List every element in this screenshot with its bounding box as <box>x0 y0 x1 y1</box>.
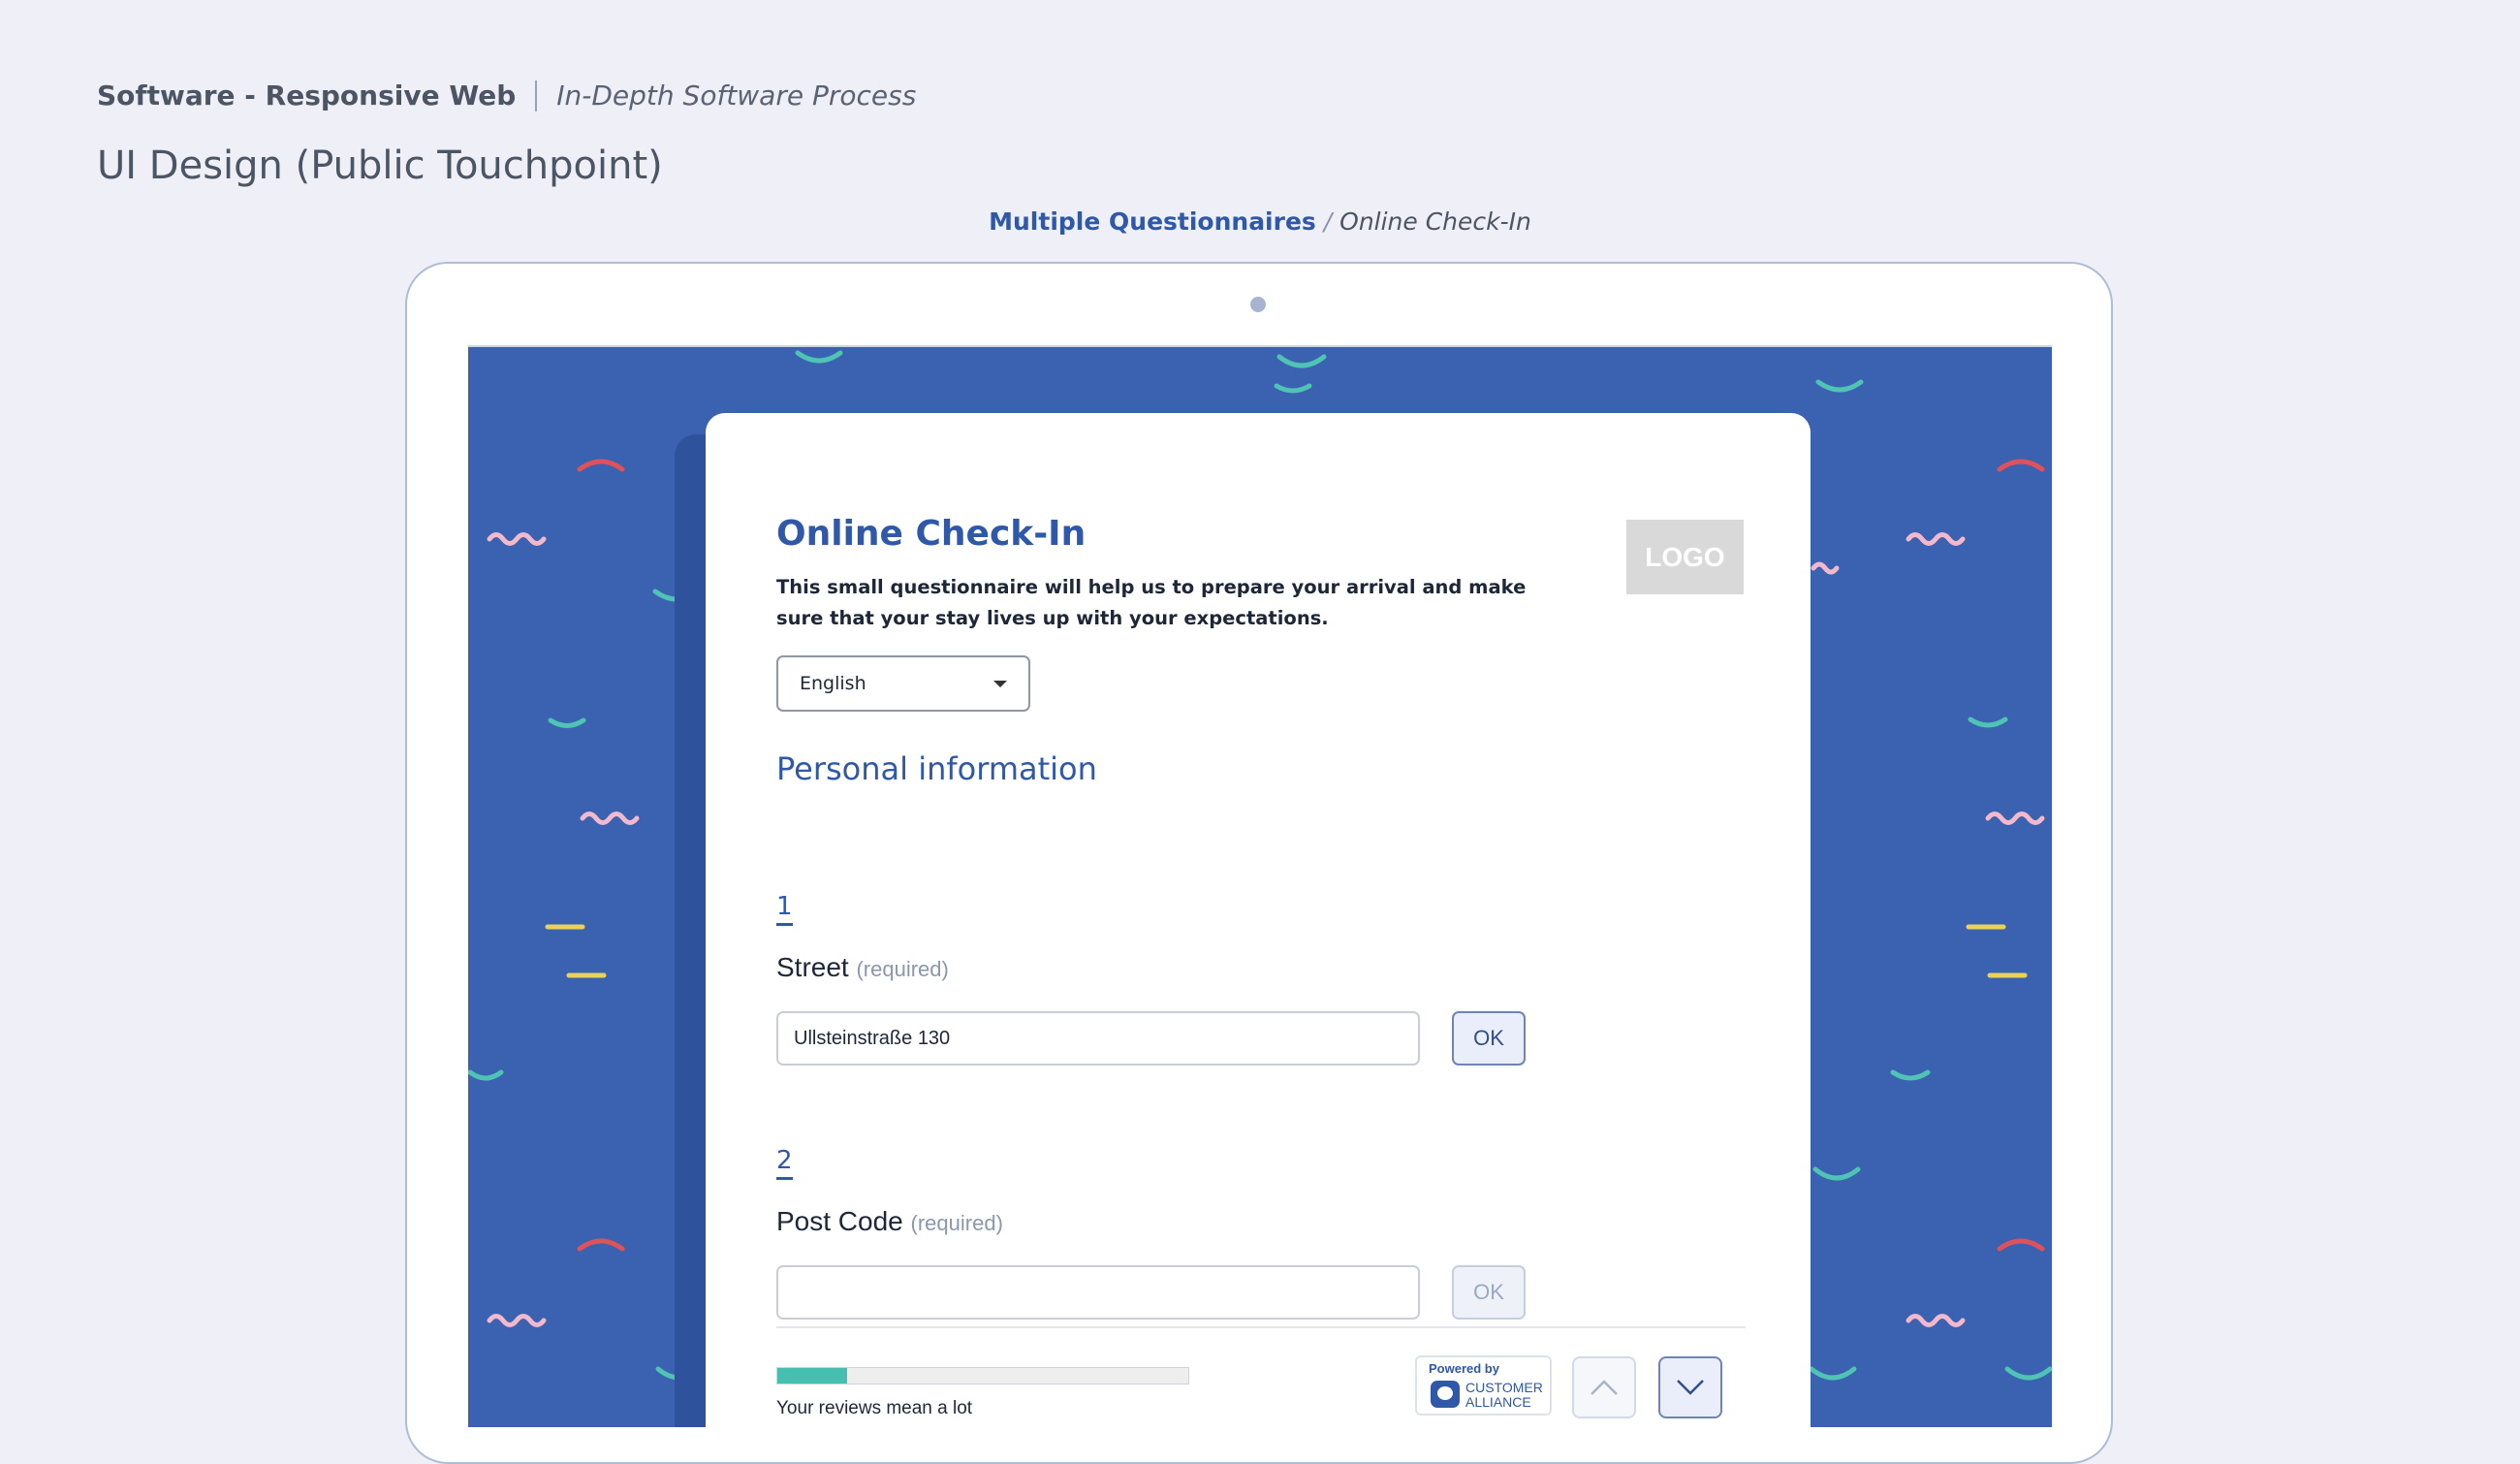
question-label: Post Code (required) <box>776 1206 1003 1237</box>
checkin-title: Online Check-In <box>776 514 1087 554</box>
breadcrumb: Multiple Questionnaires / Online Check-I… <box>0 207 2520 236</box>
breadcrumb-separator: / <box>1323 207 1333 236</box>
street-label: Street <box>776 952 849 982</box>
street-input-value: Ullsteinstraße 130 <box>794 1027 951 1049</box>
postcode-label: Post Code <box>776 1206 903 1236</box>
hotel-logo: LOGO <box>1626 520 1744 594</box>
powered-by-badge[interactable]: Powered by CUSTOMER ALLIANCE <box>1415 1355 1552 1416</box>
street-input[interactable]: Ullsteinstraße 130 <box>776 1011 1420 1066</box>
next-question-button[interactable] <box>1658 1356 1722 1418</box>
page-title: UI Design (Public Touchpoint) <box>97 143 663 188</box>
question-label: Street (required) <box>776 952 949 983</box>
chevron-down-icon <box>1677 1380 1704 1395</box>
header-separator <box>535 80 538 111</box>
header-top: Software - Responsive Web In-Depth Softw… <box>97 80 916 111</box>
process-name: In-Depth Software Process <box>556 80 917 111</box>
question-number: 1 <box>776 892 793 926</box>
brand-name: CUSTOMER ALLIANCE <box>1465 1381 1543 1410</box>
breadcrumb-link[interactable]: Multiple Questionnaires <box>989 207 1316 236</box>
camera-dot <box>1250 297 1266 312</box>
question-number: 2 <box>776 1146 793 1180</box>
questionnaire-card: Online Check-In This small questionnaire… <box>706 413 1811 1427</box>
chevron-up-icon <box>1591 1380 1618 1395</box>
footer-divider <box>776 1326 1746 1328</box>
checkin-intro: This small questionnaire will help us to… <box>776 576 1527 629</box>
street-ok-button[interactable]: OK <box>1452 1011 1526 1066</box>
breadcrumb-current: Online Check-In <box>1339 207 1531 236</box>
speech-bubble-icon <box>1431 1381 1460 1408</box>
postcode-input[interactable] <box>776 1265 1420 1320</box>
section-title: Personal information <box>776 750 1097 787</box>
product-name: Software - Responsive Web <box>97 80 517 111</box>
language-value: English <box>800 673 866 694</box>
tablet-screen: Online Check-In This small questionnaire… <box>468 345 2052 1427</box>
language-select[interactable]: English <box>776 655 1030 712</box>
required-hint: (required) <box>856 957 949 981</box>
brand-line-1: CUSTOMER <box>1465 1380 1543 1395</box>
progress-bar <box>776 1367 1189 1384</box>
powered-by-text: Powered by <box>1429 1361 1499 1376</box>
postcode-ok-button[interactable]: OK <box>1452 1265 1526 1320</box>
progress-fill <box>777 1368 848 1384</box>
required-hint: (required) <box>910 1211 1003 1235</box>
caret-down-icon <box>993 680 1007 687</box>
progress-label: Your reviews mean a lot <box>776 1398 973 1418</box>
brand-line-2: ALLIANCE <box>1465 1394 1531 1410</box>
previous-question-button[interactable] <box>1572 1356 1636 1418</box>
